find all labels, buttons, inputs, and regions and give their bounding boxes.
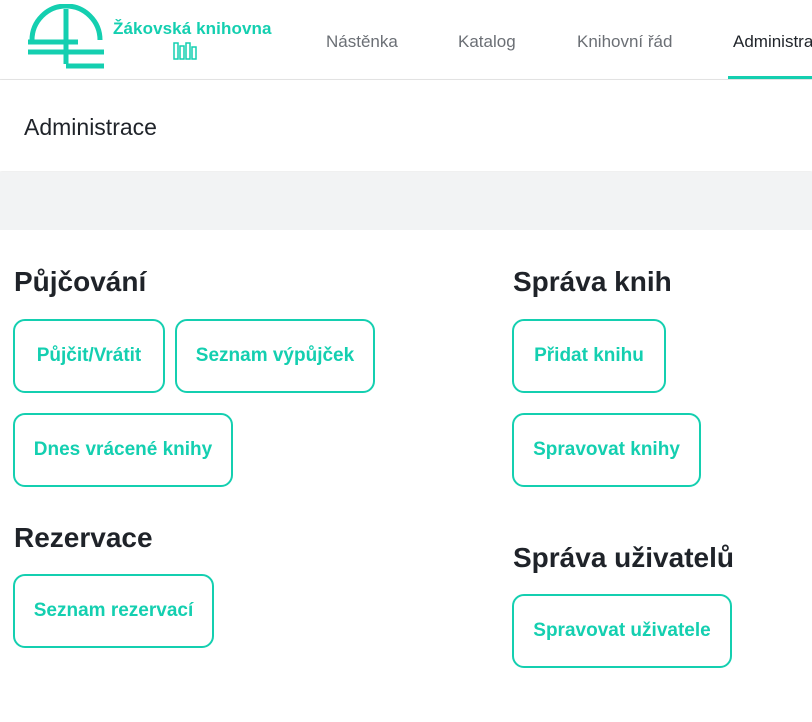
active-tab-indicator: [728, 76, 812, 79]
section-heading-users: Správa uživatelů: [513, 542, 734, 573]
nav-item-administrace[interactable]: Administrace: [733, 0, 812, 80]
brand-logo[interactable]: Žákovská knihovna: [18, 0, 272, 79]
nav-item-knihovni-rad[interactable]: Knihovní řád: [577, 0, 672, 80]
brand-name: Žákovská knihovna: [113, 19, 272, 38]
nav-item-katalog[interactable]: Katalog: [458, 0, 516, 80]
manage-users-button[interactable]: Spravovat uživatele: [512, 594, 732, 668]
content-separator-band: [0, 172, 812, 230]
section-heading-reservations: Rezervace: [14, 522, 153, 553]
reservation-list-button[interactable]: Seznam rezervací: [13, 574, 214, 648]
section-heading-loans: Půjčování: [14, 266, 147, 297]
top-navbar: Žákovská knihovna Nástěnka Katalog Kniho…: [0, 0, 812, 80]
nav-item-nastenka[interactable]: Nástěnka: [326, 0, 398, 80]
books-icon: [173, 42, 197, 60]
borrow-return-button[interactable]: Půjčit/Vrátit: [13, 319, 165, 393]
section-heading-books: Správa knih: [513, 266, 672, 297]
returned-today-button[interactable]: Dnes vrácené knihy: [13, 413, 233, 487]
loan-list-button[interactable]: Seznam výpůjček: [175, 319, 375, 393]
add-book-button[interactable]: Přidat knihu: [512, 319, 666, 393]
library-seal-logo-icon: [28, 4, 104, 69]
manage-books-button[interactable]: Spravovat knihy: [512, 413, 701, 487]
page-title: Administrace: [24, 114, 157, 140]
